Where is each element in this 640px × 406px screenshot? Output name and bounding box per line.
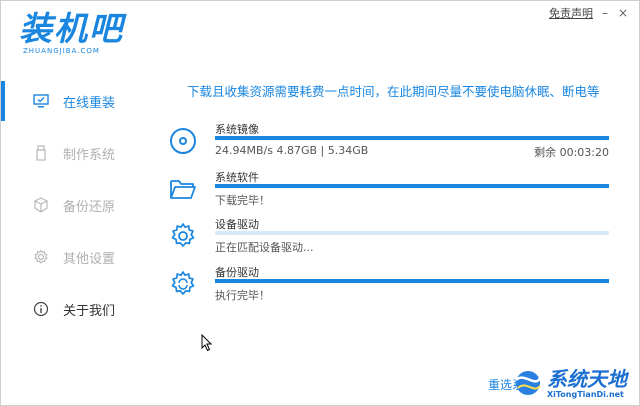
window-controls: 免责声明 – ×: [549, 5, 629, 21]
sidebar-item-other-settings[interactable]: 其他设置: [1, 231, 151, 283]
progress-fill: [215, 279, 609, 283]
task-name: 系统镜像: [215, 123, 259, 136]
app-logo: 装机吧 ZHUANGJIBA.COM: [19, 9, 124, 55]
watermark-logo: 系统天地 XiTongTianDi.net: [513, 365, 633, 401]
gear-refresh-icon: [169, 270, 197, 298]
task-system-software: 系统软件 下载完毕！: [169, 169, 611, 215]
globe-icon: [515, 371, 542, 395]
task-system-image: 系统镜像 24.94MB/s 4.87GB | 5.34GB 剩余 00:03:…: [169, 121, 611, 167]
task-name: 备份驱动: [215, 266, 259, 279]
task-name: 系统软件: [215, 171, 259, 184]
task-status: 下载完毕！: [215, 194, 270, 207]
watermark-subtitle: XiTongTianDi.net: [547, 389, 624, 399]
sidebar-item-label: 在线重装: [63, 95, 116, 111]
app-window: 装机吧 ZHUANGJIBA.COM 免责声明 – × 在线重装 制作系统 备份…: [0, 0, 640, 406]
sidebar-item-label: 备份还原: [63, 199, 116, 215]
sidebar-item-make-system[interactable]: 制作系统: [1, 127, 151, 179]
sidebar-item-label: 制作系统: [63, 147, 116, 163]
task-status: 执行完毕！: [215, 289, 270, 302]
sidebar-item-label: 其他设置: [63, 251, 116, 267]
progress-bar: [215, 231, 609, 235]
gear-icon: [169, 222, 197, 250]
sidebar-item-backup-restore[interactable]: 备份还原: [1, 179, 151, 231]
disc-icon: [169, 127, 197, 155]
sidebar-item-about-us[interactable]: 关于我们: [1, 283, 151, 335]
task-name: 设备驱动: [215, 218, 259, 231]
task-device-drivers: 设备驱动 正在匹配设备驱动...: [169, 216, 611, 262]
folder-icon: [169, 175, 197, 203]
close-button[interactable]: ×: [617, 6, 629, 20]
notice-text: 下载且收集资源需要耗费一点时间，在此期间尽量不要使电脑休眠、断电等: [187, 84, 600, 99]
mouse-cursor-icon: [201, 333, 213, 356]
watermark-title: 系统天地: [547, 366, 627, 391]
sidebar: 在线重装 制作系统 备份还原 其他设置 关于我们: [1, 75, 151, 375]
time-remaining: 剩余 00:03:20: [534, 146, 609, 159]
gear-icon: [33, 249, 49, 265]
logo-title: 装机吧: [19, 9, 124, 48]
task-status: 正在匹配设备驱动...: [215, 241, 314, 254]
task-status: 24.94MB/s 4.87GB | 5.34GB: [215, 144, 369, 157]
disclaimer-link[interactable]: 免责声明: [549, 5, 593, 21]
usb-icon: [33, 145, 49, 161]
info-icon: [33, 301, 49, 317]
progress-fill: [215, 184, 609, 188]
monitor-icon: [33, 93, 49, 109]
progress-bar: [215, 136, 609, 140]
sidebar-item-online-reinstall[interactable]: 在线重装: [1, 75, 151, 127]
progress-fill: [215, 136, 609, 140]
cube-icon: [33, 197, 49, 213]
progress-bar: [215, 184, 609, 188]
task-backup-drivers: 备份驱动 执行完毕！: [169, 264, 611, 310]
minimize-button[interactable]: –: [599, 6, 611, 20]
progress-bar: [215, 279, 609, 283]
sidebar-item-label: 关于我们: [63, 303, 116, 319]
